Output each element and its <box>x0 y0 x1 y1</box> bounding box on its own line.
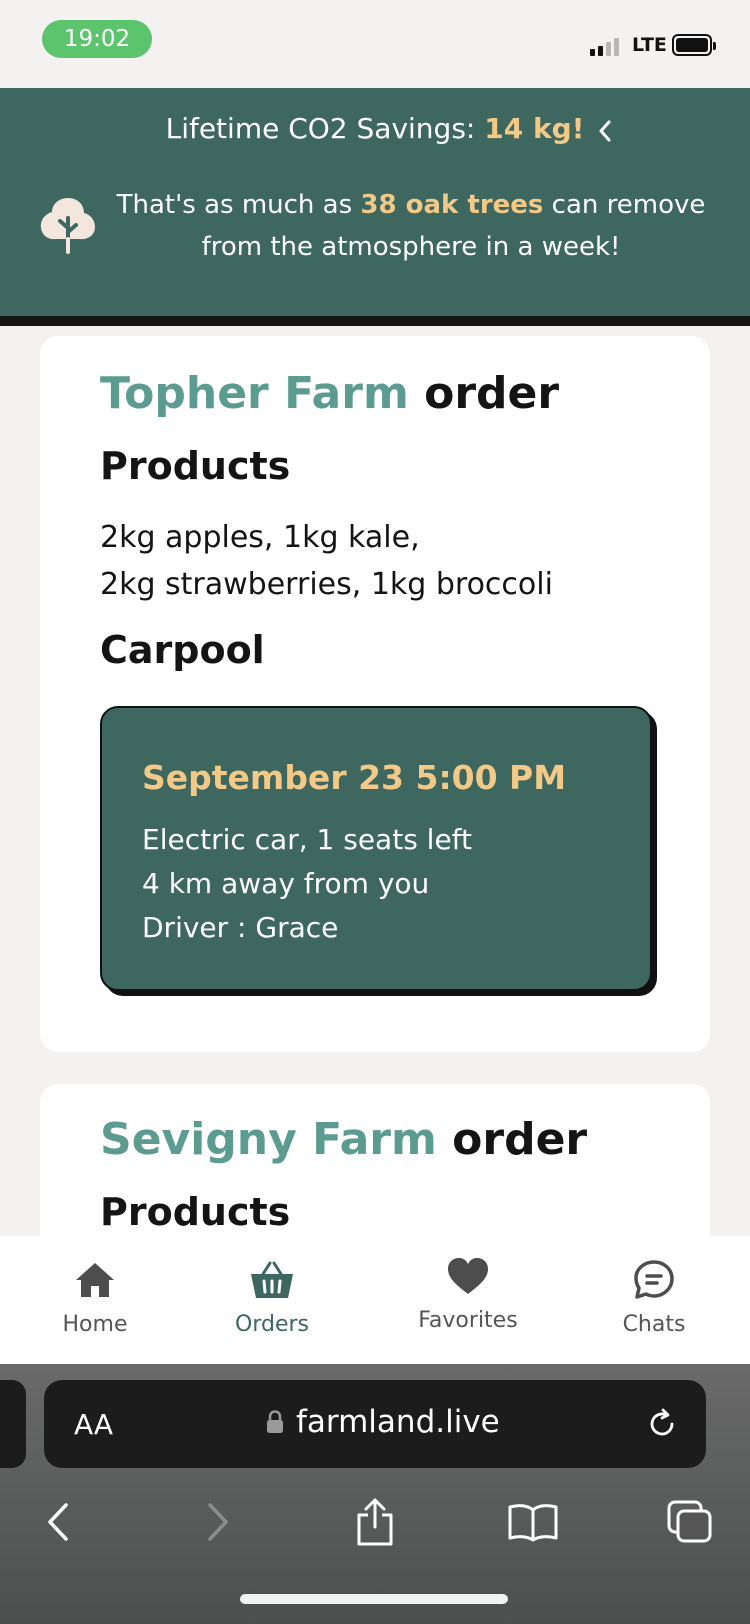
tab-label: Favorites <box>418 1308 518 1333</box>
browser-nav-row <box>0 1492 750 1552</box>
tab-orders[interactable]: Orders <box>222 1236 322 1364</box>
reload-icon[interactable] <box>644 1406 680 1446</box>
chat-icon <box>633 1258 675 1302</box>
bookmarks-icon[interactable] <box>505 1492 561 1552</box>
farm-name[interactable]: Topher Farm <box>100 368 409 419</box>
signal-strength-icon <box>590 36 619 56</box>
status-bar: 19:02 LTE <box>0 0 750 88</box>
home-icon <box>74 1258 116 1302</box>
oak-suffix: can remove <box>543 190 706 220</box>
forward-icon[interactable] <box>196 1492 240 1552</box>
tree-icon <box>36 192 100 256</box>
home-indicator[interactable] <box>240 1594 508 1604</box>
browser-toolbar: AA farmland.live <box>0 1364 750 1624</box>
order-title: Topher Farm order <box>100 368 559 419</box>
share-icon[interactable] <box>350 1492 400 1552</box>
products-heading: Products <box>100 444 291 488</box>
address-bar[interactable]: AA farmland.live <box>44 1380 706 1468</box>
text-size-button[interactable]: AA <box>74 1408 113 1441</box>
lifetime-savings-text: Lifetime CO2 Savings: 14 kg! <box>0 112 750 145</box>
carpool-details: Electric car, 1 seats left 4 km away fro… <box>142 818 472 950</box>
carpool-distance: 4 km away from you <box>142 867 430 900</box>
tab-label: Chats <box>622 1312 686 1337</box>
oak-trees-value: 38 oak trees <box>360 190 544 220</box>
products-heading: Products <box>100 1190 291 1234</box>
carpool-driver: Driver : Grace <box>142 911 339 944</box>
order-word: order <box>436 1114 588 1165</box>
carpool-datetime: September 23 5:00 PM <box>142 758 567 797</box>
battery-icon <box>672 34 716 56</box>
tab-home[interactable]: Home <box>45 1236 145 1364</box>
network-type: LTE <box>632 34 667 56</box>
oak-line2: from the atmosphere in a week! <box>201 232 621 262</box>
chevron-left-icon[interactable] <box>592 118 618 144</box>
oak-prefix: That's as much as <box>116 190 361 220</box>
products-line: 2kg strawberries, 1kg broccoli <box>100 567 553 602</box>
tabs-overview-icon[interactable] <box>664 1492 716 1552</box>
co2-savings-banner: Lifetime CO2 Savings: 14 kg! That's as m… <box>0 88 750 326</box>
products-line: 2kg apples, 1kg kale, <box>100 520 420 555</box>
savings-label: Lifetime CO2 Savings: <box>165 112 485 145</box>
orders-list[interactable]: Topher Farm order Products 2kg apples, 1… <box>0 336 750 1236</box>
previous-tab-preview[interactable] <box>0 1380 26 1468</box>
savings-value: 14 kg! <box>484 112 585 145</box>
heart-icon <box>446 1254 490 1298</box>
order-word: order <box>408 368 560 419</box>
tab-favorites[interactable]: Favorites <box>406 1236 530 1364</box>
carpool-heading: Carpool <box>100 628 265 672</box>
order-card: Sevigny Farm order Products <box>40 1084 710 1236</box>
tab-label: Home <box>62 1312 128 1337</box>
lock-icon <box>266 1410 284 1438</box>
basket-icon <box>249 1258 295 1302</box>
carpool-card[interactable]: September 23 5:00 PM Electric car, 1 sea… <box>100 706 652 991</box>
carpool-vehicle: Electric car, 1 seats left <box>142 823 473 856</box>
status-time: 19:02 <box>42 20 152 58</box>
tab-chats[interactable]: Chats <box>604 1236 704 1364</box>
order-card: Topher Farm order Products 2kg apples, 1… <box>40 336 710 1052</box>
farm-name[interactable]: Sevigny Farm <box>100 1114 437 1165</box>
tab-label: Orders <box>235 1312 309 1337</box>
order-title: Sevigny Farm order <box>100 1114 587 1165</box>
bottom-tab-bar: Home Orders Favorites Chats <box>0 1236 750 1364</box>
oak-trees-text: That's as much as 38 oak trees can remov… <box>106 184 716 268</box>
url-domain[interactable]: farmland.live <box>296 1404 500 1440</box>
products-list: 2kg apples, 1kg kale, 2kg strawberries, … <box>100 514 553 608</box>
back-icon[interactable] <box>36 1492 80 1552</box>
